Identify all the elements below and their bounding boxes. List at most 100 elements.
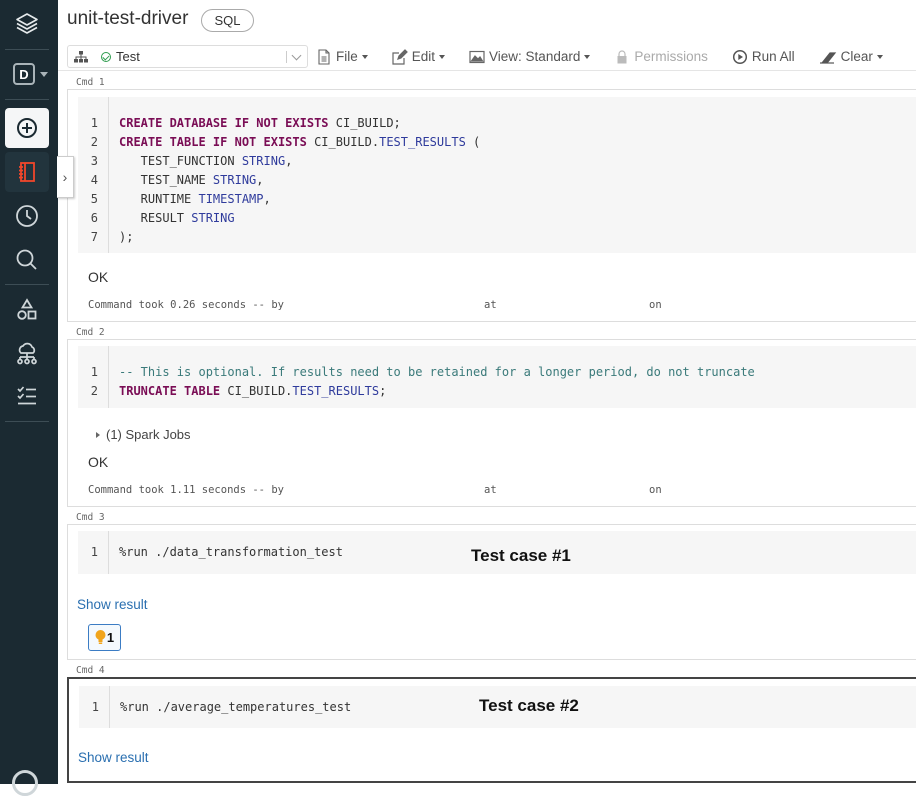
code-editor[interactable]: 1 -- This is optional. If results need to… xyxy=(78,346,916,408)
notebook-cell-2[interactable]: 1 -- This is optional. If results need to… xyxy=(67,339,916,507)
sql-type: STRING xyxy=(241,154,286,168)
line-number: 4 xyxy=(90,173,98,187)
sidebar-item-search[interactable] xyxy=(5,240,49,280)
code-text: RESULT STRING xyxy=(119,209,235,228)
notebook-icon xyxy=(19,162,35,182)
notebook-cell-1[interactable]: 1 CREATE DATABASE IF NOT EXISTS CI_BUILD;… xyxy=(67,89,916,322)
file-icon xyxy=(318,48,330,65)
clear-menu-button[interactable]: Clear xyxy=(819,49,883,65)
sidebar-item-recents[interactable] xyxy=(5,196,49,236)
sidebar-item-compute[interactable] xyxy=(5,334,49,374)
code-token: RUNTIME xyxy=(119,192,199,206)
cluster-status-icon xyxy=(101,51,111,62)
code-text: -- This is optional. If results need to … xyxy=(119,363,755,382)
code-token: %run ./data_transformation_test xyxy=(119,545,343,559)
test-case-annotation: Test case #2 xyxy=(479,696,579,715)
line-number: 1 xyxy=(90,116,98,130)
sql-keyword: TRUNCATE TABLE xyxy=(119,384,221,398)
cell-output: OK xyxy=(88,269,109,285)
cell-output: OK xyxy=(88,454,109,470)
spark-jobs-label: (1) Spark Jobs xyxy=(106,427,191,442)
code-token: CI_BUILD. xyxy=(220,384,293,398)
permissions-button[interactable]: Permissions xyxy=(614,49,708,65)
clock-icon xyxy=(16,205,38,227)
code-text: TRUNCATE TABLE CI_BUILD.TEST_RESULTS; xyxy=(119,382,386,401)
show-result-link[interactable]: Show result xyxy=(77,597,148,612)
sidebar-item-data[interactable] xyxy=(5,290,49,330)
line-number: 1 xyxy=(91,700,99,714)
took-text: Command took 1.11 seconds -- by xyxy=(88,484,284,496)
cluster-tree-icon xyxy=(74,50,88,62)
code-text: %run ./data_transformation_test xyxy=(119,543,343,562)
sql-keyword: CREATE TABLE IF NOT EXISTS xyxy=(119,135,307,149)
home-logo-button[interactable] xyxy=(5,4,49,44)
permissions-label: Permissions xyxy=(634,49,708,64)
file-menu-button[interactable]: File xyxy=(316,48,368,65)
code-text: CREATE TABLE IF NOT EXISTS CI_BUILD.TEST… xyxy=(119,133,480,152)
sidebar-divider xyxy=(5,99,49,100)
code-token: , xyxy=(263,192,271,206)
caret-down-icon xyxy=(876,54,883,59)
hint-badge[interactable]: 1 xyxy=(88,624,121,651)
line-number: 5 xyxy=(90,192,98,206)
cluster-select[interactable]: Test xyxy=(67,45,308,68)
line-number: 6 xyxy=(90,211,98,225)
spark-jobs-toggle[interactable]: (1) Spark Jobs xyxy=(96,427,191,442)
code-text: TEST_NAME STRING, xyxy=(119,171,264,190)
test-case-annotation: Test case #1 xyxy=(471,546,571,565)
code-token: TEST_NAME xyxy=(119,173,213,187)
sql-type: STRING xyxy=(212,173,257,187)
help-icon[interactable] xyxy=(12,770,38,796)
sidebar-item-notebook[interactable] xyxy=(5,152,49,192)
command-took: Command took 1.11 seconds -- by at on xyxy=(88,484,662,496)
code-token: CI_BUILD; xyxy=(328,116,401,130)
notebook-title[interactable]: unit-test-driver xyxy=(67,8,188,30)
sql-comment: -- This is optional. If results need to … xyxy=(119,365,755,379)
notebook-cell-4[interactable]: 1 %run ./average_temperatures_test Test c… xyxy=(67,677,916,783)
cloud-network-icon xyxy=(17,342,37,365)
took-at: at xyxy=(484,484,497,496)
language-badge[interactable]: SQL xyxy=(201,9,254,32)
file-menu-label: File xyxy=(336,49,358,64)
edit-menu-button[interactable]: Edit xyxy=(392,48,446,65)
notebook-toolbar: File Edit View: Standard Permissions Run… xyxy=(316,45,907,68)
sidebar-divider xyxy=(5,284,49,285)
view-menu-button[interactable]: View: Standard xyxy=(469,49,591,65)
eraser-icon xyxy=(819,51,836,64)
code-text: CREATE DATABASE IF NOT EXISTS CI_BUILD; xyxy=(119,114,401,133)
expand-panel-toggle[interactable]: › xyxy=(57,156,74,198)
sql-type: TEST_RESULTS xyxy=(292,384,380,398)
caret-right-icon xyxy=(96,431,100,438)
sidebar-divider xyxy=(5,421,49,422)
hint-count: 1 xyxy=(106,630,115,645)
code-token: , xyxy=(285,154,293,168)
caret-down-icon xyxy=(439,54,446,59)
code-token: ( xyxy=(465,135,481,149)
header-divider xyxy=(58,70,916,71)
play-circle-icon xyxy=(732,49,747,64)
notebook-cell-3[interactable]: 1 %run ./data_transformation_test Test ca… xyxy=(67,524,916,660)
took-on: on xyxy=(649,484,662,496)
lightbulb-icon xyxy=(95,630,106,644)
command-took: Command took 0.26 seconds -- by at on xyxy=(88,299,662,311)
sidebar: D xyxy=(0,0,58,796)
took-on: on xyxy=(649,299,662,311)
line-number: 2 xyxy=(90,384,98,398)
took-at: at xyxy=(484,299,497,311)
code-text: ); xyxy=(119,228,133,247)
caret-down-icon xyxy=(40,72,48,77)
run-all-button[interactable]: Run All xyxy=(732,49,795,65)
sidebar-item-jobs[interactable] xyxy=(5,376,49,416)
sidebar-divider xyxy=(5,49,49,50)
view-menu-label: View: Standard xyxy=(489,49,581,64)
lock-icon xyxy=(617,49,627,63)
code-token: %run ./average_temperatures_test xyxy=(120,700,352,714)
code-text: %run ./average_temperatures_test xyxy=(120,698,351,717)
code-editor[interactable]: 1 CREATE DATABASE IF NOT EXISTS CI_BUILD;… xyxy=(78,97,916,253)
code-token: TEST_FUNCTION xyxy=(119,154,242,168)
sidebar-item-create[interactable] xyxy=(5,108,49,148)
select-separator xyxy=(286,51,287,63)
show-result-link[interactable]: Show result xyxy=(78,750,149,765)
caret-down-icon xyxy=(361,54,368,59)
workspace-initial[interactable]: D xyxy=(13,63,35,85)
